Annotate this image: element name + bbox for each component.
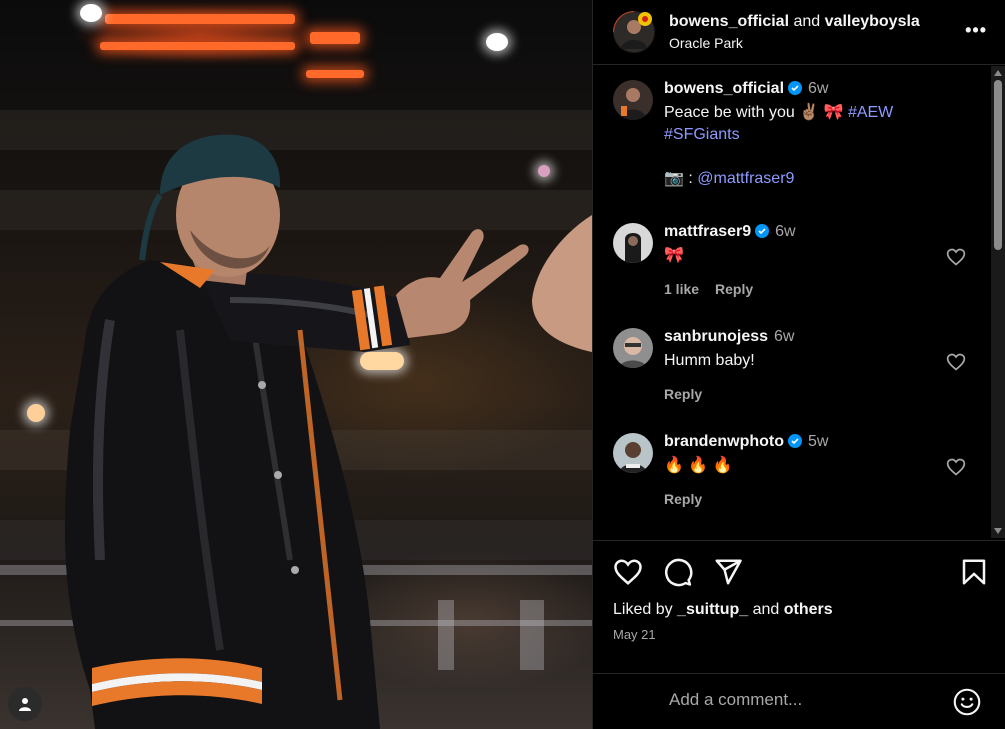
add-comment-bar (593, 673, 1005, 729)
hashtag-link[interactable]: #AEW (848, 104, 893, 121)
like-comment-heart-icon[interactable] (946, 352, 966, 372)
more-options-button[interactable]: ••• (965, 20, 987, 41)
comment-avatar[interactable] (613, 223, 653, 263)
post-header: bowens_official and valleyboysla Oracle … (593, 0, 1005, 65)
liked-by-text: Liked by _suittup_ and others (613, 601, 833, 619)
caption-avatar[interactable] (613, 80, 653, 120)
post-photo[interactable] (0, 0, 592, 729)
comment-time[interactable]: 6w (774, 328, 794, 345)
avatar-image (613, 80, 653, 120)
liked-by-others-link[interactable]: others (784, 601, 833, 618)
caption-text: Peace be with you ✌🏽 🎀 #AEW #SFGiants 📷 … (664, 102, 954, 190)
verified-badge-icon (788, 81, 803, 95)
share-send-icon[interactable] (713, 557, 743, 587)
comment-text: 🎀 (664, 247, 684, 264)
liked-by-conjunction: and (748, 601, 784, 618)
verified-badge-icon (755, 224, 770, 238)
post-authors: bowens_official and valleyboysla (669, 13, 920, 31)
mention-link[interactable]: @mattfraser9 (697, 170, 794, 187)
post-actions: Liked by _suittup_ and others May 21 (593, 540, 1005, 729)
location-link[interactable]: Oracle Park (669, 35, 920, 51)
scroll-down-icon[interactable] (994, 528, 1002, 534)
avatar-image (613, 223, 653, 263)
avatar-image (613, 433, 653, 473)
authors-conjunction: and (793, 13, 821, 30)
reply-button[interactable]: Reply (664, 491, 702, 507)
coauthor-link[interactable]: valleyboysla (825, 13, 920, 30)
comments-scrollbar[interactable] (991, 66, 1005, 538)
caption-body: Peace be with you ✌🏽 🎀 (664, 104, 844, 121)
comment-username[interactable]: sanbrunojess (664, 328, 768, 345)
comments-list[interactable]: bowens_official 6w Peace be with you ✌🏽 🎀… (593, 66, 991, 538)
comment-time[interactable]: 6w (775, 223, 795, 240)
post-date[interactable]: May 21 (613, 627, 656, 642)
comment-bubble-icon[interactable] (663, 557, 693, 587)
liked-by-prefix: Liked by (613, 601, 678, 618)
comment-item: mattfraser9 6w 🎀 1 like Reply (613, 223, 988, 303)
author-avatar[interactable] (613, 11, 655, 53)
comment-item: sanbrunojess 6w Humm baby! Reply (613, 328, 988, 408)
comment-username[interactable]: bowens_official (664, 80, 784, 97)
comment-likes[interactable]: 1 like (664, 281, 699, 297)
user-icon (19, 698, 31, 711)
comment-item: brandenwphoto 5w 🔥 🔥 🔥 Reply (613, 433, 988, 513)
comment-text: 🔥 🔥 🔥 (664, 457, 733, 474)
scroll-up-icon[interactable] (994, 70, 1002, 76)
reply-button[interactable]: Reply (715, 281, 753, 297)
like-comment-heart-icon[interactable] (946, 457, 966, 477)
like-comment-heart-icon[interactable] (946, 247, 966, 267)
comment-avatar[interactable] (613, 433, 653, 473)
person-figure (0, 0, 592, 729)
like-heart-icon[interactable] (613, 557, 643, 587)
liked-by-user-link[interactable]: _suittup_ (677, 601, 748, 618)
comment-username[interactable]: mattfraser9 (664, 223, 751, 240)
hashtag-link[interactable]: #SFGiants (664, 126, 740, 143)
avatar-image (613, 328, 653, 368)
add-comment-input[interactable] (669, 690, 939, 710)
comment-username[interactable]: brandenwphoto (664, 433, 784, 450)
tagged-users-button[interactable] (8, 687, 42, 721)
comment-text: Humm baby! (664, 352, 755, 369)
scrollbar-thumb[interactable] (994, 80, 1002, 250)
comment-time[interactable]: 6w (808, 80, 828, 97)
emoji-icon[interactable] (953, 688, 981, 716)
more-horizontal-icon: ••• (965, 20, 987, 40)
comment-avatar[interactable] (613, 328, 653, 368)
avatar-image (614, 12, 654, 52)
verified-badge-icon (787, 434, 802, 448)
photo-credit-prefix: 📷 : (664, 170, 698, 187)
author-link[interactable]: bowens_official (669, 13, 789, 30)
save-bookmark-icon[interactable] (959, 557, 989, 587)
post-side-panel: bowens_official and valleyboysla Oracle … (592, 0, 1005, 729)
comment-time[interactable]: 5w (808, 433, 828, 450)
reply-button[interactable]: Reply (664, 386, 702, 402)
